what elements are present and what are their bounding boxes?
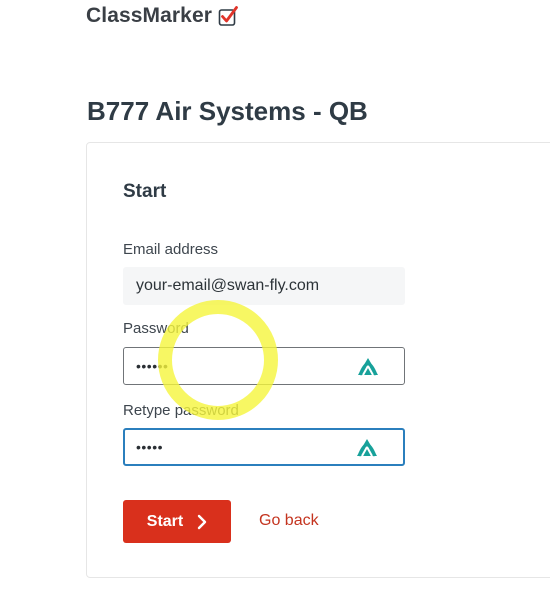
checkbox-check-icon	[218, 6, 238, 26]
retype-password-field[interactable]: •••••	[123, 428, 405, 466]
email-field[interactable]: your-email@swan-fly.com	[123, 267, 405, 305]
brand-name: ClassMarker	[86, 4, 213, 27]
password-field[interactable]: ••••••	[123, 347, 405, 385]
go-back-link[interactable]: Go back	[259, 512, 319, 530]
password-masked-value: ••••••	[136, 358, 169, 374]
page: ClassMarker B777 Air Systems - QB Start …	[0, 0, 550, 599]
brand-logo[interactable]: ClassMarker	[86, 4, 238, 28]
nordpass-icon[interactable]	[356, 355, 380, 377]
page-title: B777 Air Systems - QB	[87, 96, 368, 126]
start-button[interactable]: Start	[123, 500, 231, 543]
password-label: Password	[123, 320, 189, 337]
email-label: Email address	[123, 241, 219, 258]
start-button-label: Start	[146, 512, 184, 530]
retype-password-label: Retype password	[123, 402, 239, 419]
chevron-right-icon	[198, 514, 207, 529]
form-heading: Start	[123, 181, 167, 202]
email-value: your-email@swan-fly.com	[136, 277, 320, 294]
start-form-card: Start Email address your-email@swan-fly.…	[86, 142, 550, 578]
nordpass-icon[interactable]	[355, 436, 379, 458]
retype-password-masked-value: •••••	[136, 439, 164, 455]
